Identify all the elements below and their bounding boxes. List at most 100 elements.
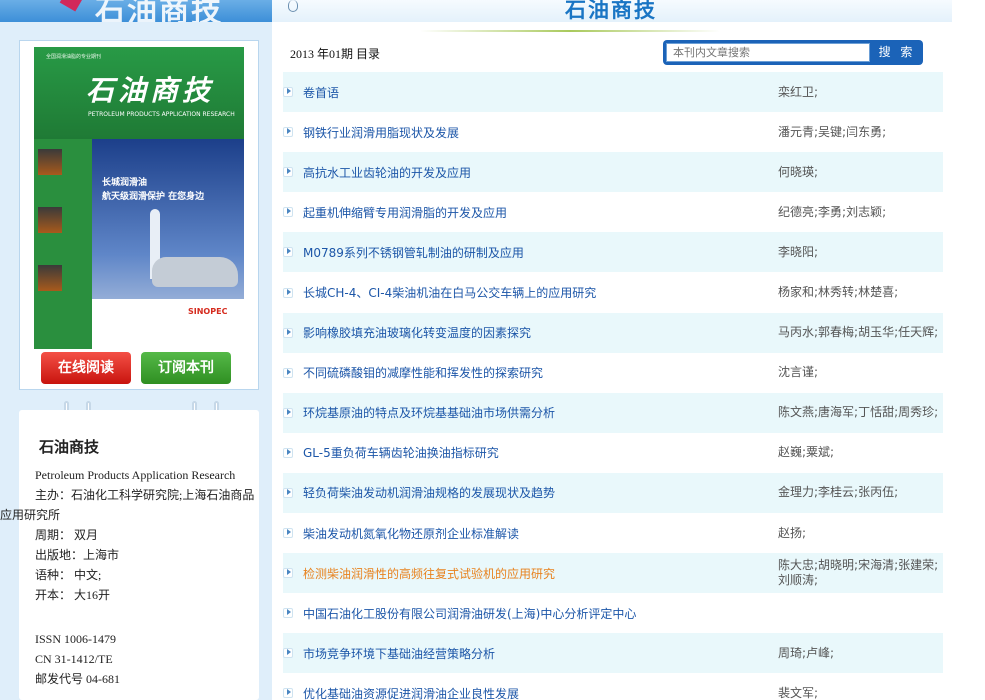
article-title-link[interactable]: 钢铁行业润滑用脂现状及发展 [303, 124, 459, 141]
cover-thumb [38, 149, 62, 175]
logo-text: 石油商技 [95, 0, 223, 22]
article-row: 高抗水工业齿轮油的开发及应用 何晓瑛; [283, 152, 943, 193]
article-authors: 潘元青;吴键;闫东勇; [778, 124, 887, 139]
journal-location: 出版地：上海市 [35, 548, 120, 562]
triangle-right-icon [287, 88, 291, 95]
car-image [152, 257, 238, 287]
article-title-link[interactable]: 优化基础油资源促进润滑油企业良性发展 [303, 685, 519, 700]
cover-header: 全国润滑油脂的专业期刊 石油商技 PETROLEUM PRODUCTS APPL… [34, 47, 244, 139]
bullet-box-icon [283, 287, 293, 298]
logo-mark-icon [59, 0, 83, 12]
article-title-link[interactable]: 环烷基原油的特点及环烷基基础油市场供需分析 [303, 404, 555, 421]
bullet-box-icon [283, 407, 293, 418]
bullet-box-icon [283, 447, 293, 458]
read-online-button[interactable]: 在线阅读 [41, 352, 131, 384]
cover-sidebar-thumbs [34, 139, 92, 349]
journal-postal-code: 邮发代号 04-681 [35, 672, 120, 686]
triangle-right-icon [287, 128, 291, 135]
article-authors: 马丙水;郭春梅;胡玉华;任天辉; [778, 325, 939, 340]
bullet-box-icon [283, 688, 293, 699]
article-authors: 裴文军; [778, 685, 819, 700]
bullet-box-icon [283, 568, 293, 579]
triangle-right-icon [287, 448, 291, 455]
bullet-box-icon [283, 367, 293, 378]
article-title-link[interactable]: M0789系列不锈钢管轧制油的研制及应用 [303, 244, 524, 261]
search-button[interactable]: 搜 索 [874, 42, 920, 63]
triangle-right-icon [287, 248, 291, 255]
bullet-box-icon [283, 327, 293, 338]
article-title-link[interactable]: 市场竞争环境下基础油经营策略分析 [303, 645, 495, 662]
triangle-right-icon [287, 368, 291, 375]
cover-title: 石油商技 [86, 74, 215, 107]
bullet-box-icon [283, 127, 293, 138]
triangle-right-icon [287, 208, 291, 215]
triangle-right-icon [287, 569, 291, 576]
bullet-box-icon [283, 487, 293, 498]
article-title-link[interactable]: 不同硫磷酸钼的减摩性能和挥发性的探索研究 [303, 364, 543, 381]
search-bar: 搜 索 [663, 40, 923, 65]
article-title-link[interactable]: 高抗水工业齿轮油的开发及应用 [303, 164, 471, 181]
triangle-right-icon [287, 408, 291, 415]
journal-english-name: Petroleum Products Application Research [35, 468, 236, 482]
article-title-link[interactable]: 检测柴油润滑性的高频往复式试验机的应用研究 [303, 565, 555, 582]
article-authors: 栾红卫; [778, 84, 819, 99]
cover-ad-photo: 长城润滑油 航天级润滑保护 在您身边 SINOPEC [92, 139, 244, 349]
article-list: 卷首语 栾红卫; 钢铁行业润滑用脂现状及发展 潘元青;吴键;闫东勇; 高抗水工业齿轮油的… [283, 72, 943, 700]
triangle-right-icon [287, 609, 291, 616]
site-logo[interactable]: 石油商技 [0, 0, 272, 22]
article-row: GL-5重负荷车辆齿轮油换油指标研究 赵巍;粟斌; [283, 432, 943, 473]
article-title-link[interactable]: 中国石油化工股份有限公司润滑油研发(上海)中心分析评定中心 [303, 605, 636, 622]
subscribe-button[interactable]: 订阅本刊 [141, 352, 231, 384]
article-row: 柴油发动机氮氧化物还原剂企业标准解读 赵扬; [283, 513, 943, 554]
article-title-link[interactable]: 轻负荷柴油发动机润滑油规格的发展现状及趋势 [303, 484, 555, 501]
article-row: 卷首语 栾红卫; [283, 72, 943, 113]
article-title-link[interactable]: 卷首语 [303, 84, 339, 101]
article-row: 不同硫磷酸钼的减摩性能和挥发性的探索研究 沈言谨; [283, 352, 943, 393]
cover-brand: SINOPEC [188, 307, 228, 316]
article-authors: 杨家和;林秀转;林楚喜; [778, 285, 899, 300]
journal-cover-image[interactable]: 全国润滑油脂的专业期刊 石油商技 PETROLEUM PRODUCTS APPL… [34, 47, 244, 349]
article-authors: 陈大忠;胡晓明;宋海清;张建荣;刘顺涛; [778, 558, 939, 588]
article-authors: 李晓阳; [778, 244, 819, 259]
left-sidebar: 石油商技 全国润滑油脂的专业期刊 石油商技 PETROLEUM PRODUCTS… [0, 0, 272, 700]
article-row: 钢铁行业润滑用脂现状及发展 潘元青;吴键;闫东勇; [283, 112, 943, 153]
search-input[interactable] [666, 43, 870, 62]
bullet-box-icon [283, 87, 293, 98]
article-authors: 何晓瑛; [778, 164, 819, 179]
triangle-right-icon [287, 488, 291, 495]
article-row: 市场竞争环境下基础油经营策略分析 周琦;卢峰; [283, 633, 943, 674]
article-authors: 沈言谨; [778, 365, 819, 380]
article-authors: 赵巍;粟斌; [778, 445, 835, 460]
cover-ad-line2: 航天级润滑保护 在您身边 [102, 192, 205, 202]
journal-format: 开本： 大16开 [35, 588, 111, 602]
article-row: 长城CH-4、CI-4柴油机油在白马公交车辆上的应用研究 杨家和;林秀转;林楚喜; [283, 272, 943, 313]
article-authors: 金理力;李桂云;张丙伍; [778, 485, 899, 500]
cover-ad-line1: 长城润滑油 [102, 178, 148, 188]
journal-name: 石油商技 [39, 438, 100, 456]
article-title-link[interactable]: 柴油发动机氮氧化物还原剂企业标准解读 [303, 525, 519, 542]
bullet-box-icon [283, 528, 293, 539]
triangle-right-icon [287, 328, 291, 335]
page-title: 石油商技 [565, 0, 657, 22]
article-title-link[interactable]: 起重机伸缩臂专用润滑脂的开发及应用 [303, 204, 507, 221]
article-row: 起重机伸缩臂专用润滑脂的开发及应用 纪德亮;李勇;刘志颖; [283, 192, 943, 233]
article-authors: 赵扬; [778, 525, 807, 540]
triangle-right-icon [287, 529, 291, 536]
article-row: M0789系列不锈钢管轧制油的研制及应用 李晓阳; [283, 232, 943, 273]
triangle-right-icon [287, 168, 291, 175]
bullet-box-icon [283, 167, 293, 178]
cover-subtitle: PETROLEUM PRODUCTS APPLICATION RESEARCH [88, 111, 235, 118]
journal-language: 语种： 中文; [35, 568, 102, 582]
article-title-link[interactable]: GL-5重负荷车辆齿轮油换油指标研究 [303, 444, 499, 461]
journal-issn: ISSN 1006-1479 [35, 632, 117, 646]
title-underline [420, 30, 720, 32]
article-title-link[interactable]: 影响橡胶填充油玻璃化转变温度的因素探究 [303, 324, 531, 341]
article-title-link[interactable]: 长城CH-4、CI-4柴油机油在白马公交车辆上的应用研究 [303, 284, 596, 301]
triangle-right-icon [287, 288, 291, 295]
article-row: 影响橡胶填充油玻璃化转变温度的因素探究 马丙水;郭春梅;胡玉华;任天辉; [283, 312, 943, 353]
article-authors: 陈文燕;唐海军;丁恬甜;周秀珍; [778, 405, 939, 420]
bullet-box-icon [283, 648, 293, 659]
journal-info-panel: 石油商技 Petroleum Products Application Rese… [0, 410, 259, 700]
article-row: 环烷基原油的特点及环烷基基础油市场供需分析 陈文燕;唐海军;丁恬甜;周秀珍; [283, 392, 943, 433]
header-ornament-icon [288, 0, 298, 12]
